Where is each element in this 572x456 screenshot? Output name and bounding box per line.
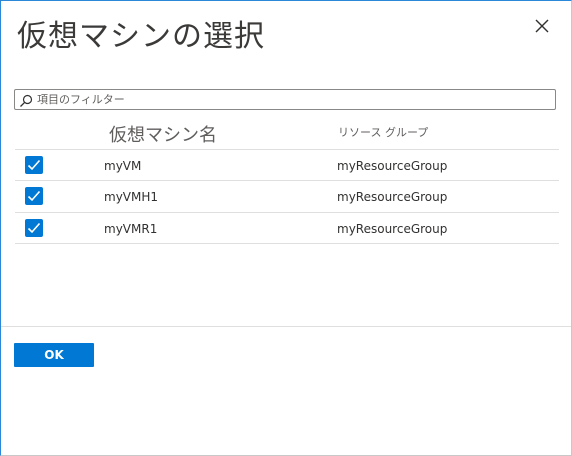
filter-input[interactable] — [37, 91, 547, 108]
column-header-resource-group[interactable]: リソース グループ — [338, 124, 428, 140]
resource-group-cell: myResourceGroup — [337, 190, 448, 204]
row-checkbox[interactable] — [25, 187, 43, 205]
vm-name-cell: myVMR1 — [104, 222, 158, 236]
filter-box[interactable] — [14, 89, 556, 110]
ok-button[interactable]: OK — [14, 343, 94, 367]
table-row[interactable]: myVMH1 myResourceGroup — [15, 180, 559, 211]
search-icon — [19, 93, 33, 107]
vm-name-cell: myVM — [104, 159, 142, 173]
row-checkbox[interactable] — [25, 156, 43, 174]
resource-group-cell: myResourceGroup — [337, 159, 448, 173]
row-checkbox[interactable] — [25, 219, 43, 237]
footer-divider — [1, 326, 571, 327]
select-vm-dialog: 仮想マシンの選択 仮想マシン名 リソース グループ myVM myResourc… — [0, 0, 572, 456]
close-icon[interactable] — [531, 15, 553, 37]
table-row[interactable]: myVMR1 myResourceGroup — [15, 212, 559, 244]
dialog-title: 仮想マシンの選択 — [17, 19, 265, 54]
vm-name-cell: myVMH1 — [104, 190, 159, 204]
column-header-vm-name[interactable]: 仮想マシン名 — [109, 121, 217, 147]
resource-group-cell: myResourceGroup — [337, 222, 448, 236]
table-row[interactable]: myVM myResourceGroup — [15, 149, 559, 180]
